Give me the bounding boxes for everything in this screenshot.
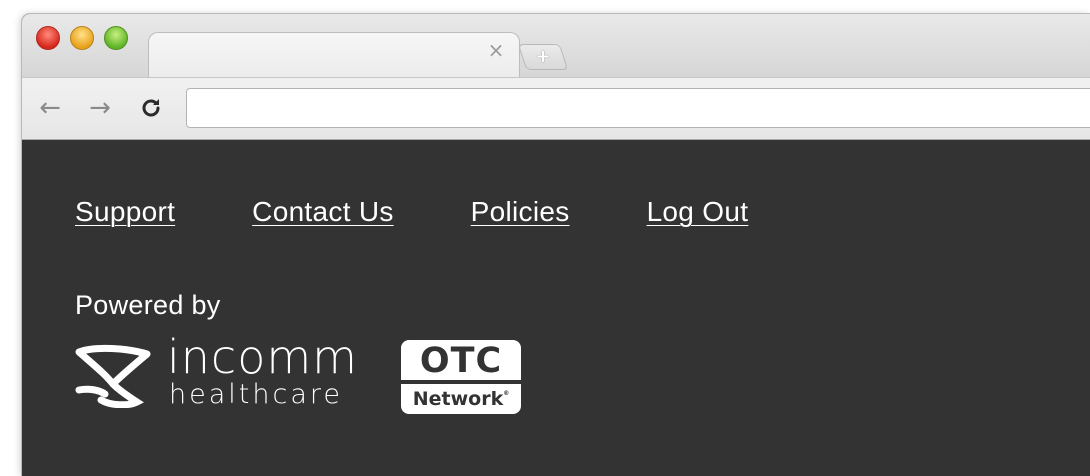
page-footer: Support Contact Us Policies Log Out Powe… xyxy=(22,140,1090,476)
otc-network-text: Network xyxy=(412,388,504,410)
plus-icon: + xyxy=(535,46,551,67)
powered-by-label: Powered by xyxy=(75,290,221,320)
browser-toolbar: ← → xyxy=(22,77,1090,140)
otc-network-logo: OTC Network® xyxy=(401,340,521,414)
maximize-window-button[interactable] xyxy=(104,26,128,50)
close-window-button[interactable] xyxy=(36,26,60,50)
incomm-wordmark: incomm xyxy=(167,330,358,384)
tab-close-icon[interactable]: × xyxy=(487,40,505,60)
reload-icon[interactable] xyxy=(137,94,165,122)
contact-us-link[interactable]: Contact Us xyxy=(252,196,394,228)
support-link[interactable]: Support xyxy=(75,196,175,228)
tab-bar: × + xyxy=(22,14,1090,79)
window-controls xyxy=(36,26,128,50)
forward-icon[interactable]: → xyxy=(86,94,114,122)
browser-tab[interactable]: × xyxy=(148,32,520,79)
log-out-link[interactable]: Log Out xyxy=(647,196,749,228)
incomm-logo-icon xyxy=(75,344,151,408)
otc-network-label: Network® xyxy=(401,384,521,414)
address-bar[interactable] xyxy=(186,88,1090,128)
otc-label: OTC xyxy=(419,341,503,381)
registered-mark: ® xyxy=(503,390,510,397)
back-icon[interactable]: ← xyxy=(36,94,64,122)
footer-links: Support Contact Us Policies Log Out xyxy=(75,196,748,228)
policies-link[interactable]: Policies xyxy=(471,196,570,228)
incomm-subtitle: healthcare xyxy=(169,379,343,410)
minimize-window-button[interactable] xyxy=(70,26,94,50)
browser-window: × + ← → Support Contact Us Policies Log … xyxy=(22,14,1090,476)
new-tab-button[interactable]: + xyxy=(517,44,569,70)
